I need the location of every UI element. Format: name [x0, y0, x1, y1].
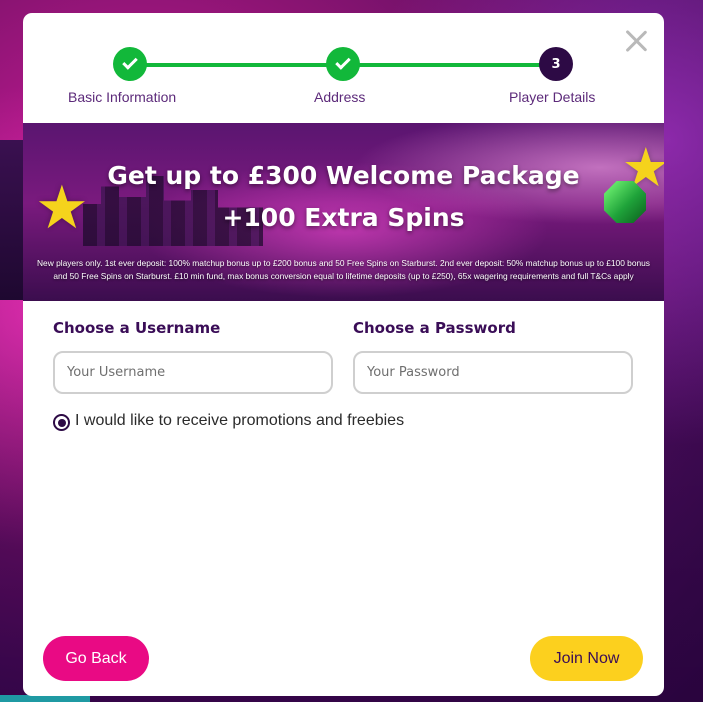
banner-terms-text: New players only. 1st ever deposit: 100%…: [36, 258, 650, 281]
headline-line-1: Get up to £300 Welcome Package: [107, 161, 580, 190]
stepper-connector: [343, 63, 556, 67]
step-3-current: 3: [539, 47, 573, 81]
go-back-button[interactable]: Go Back: [43, 636, 149, 681]
step-label-address: Address: [314, 89, 366, 105]
bottom-bar-accent: [0, 695, 90, 702]
step-label-basic-information: Basic Information: [68, 89, 177, 105]
promo-banner: ★ ★ Get up to £300 Welcome Package +100 …: [23, 123, 664, 301]
registration-modal: 3 Basic Information Address Player Detai…: [23, 13, 664, 696]
promotions-radio[interactable]: [53, 414, 70, 431]
password-label: Choose a Password: [353, 319, 516, 337]
progress-stepper: 3 Basic Information Address Player Detai…: [23, 13, 664, 123]
username-label: Choose a Username: [53, 319, 221, 337]
step-2-complete: [326, 47, 360, 81]
step-number: 3: [551, 56, 561, 72]
password-input[interactable]: [353, 351, 633, 394]
step-1-complete: [113, 47, 147, 81]
background-scenery: [0, 140, 24, 300]
checkmark-icon: [335, 54, 351, 70]
promotions-label[interactable]: I would like to receive promotions and f…: [75, 412, 404, 430]
username-input[interactable]: [53, 351, 333, 394]
join-now-button[interactable]: Join Now: [530, 636, 643, 681]
stepper-connector: [130, 63, 343, 67]
banner-headline: Get up to £300 Welcome Package +100 Extr…: [23, 155, 664, 239]
headline-line-2: +100 Extra Spins: [222, 203, 465, 232]
step-label-player-details: Player Details: [509, 89, 596, 105]
checkmark-icon: [122, 54, 138, 70]
